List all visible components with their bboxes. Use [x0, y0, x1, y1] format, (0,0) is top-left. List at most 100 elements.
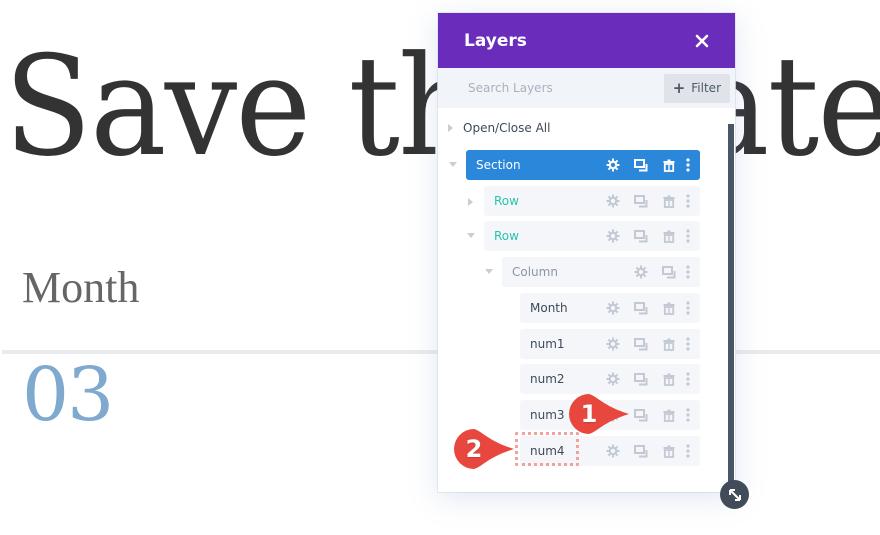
delete-button[interactable]: [655, 195, 683, 208]
delete-button[interactable]: [655, 409, 683, 422]
callout-1: 1: [567, 392, 629, 436]
layer-label: Column: [512, 265, 558, 279]
layer-section-section[interactable]: Section: [466, 150, 700, 180]
gear-icon: [606, 372, 620, 386]
layer-label: Row: [494, 194, 519, 208]
more-vertical-icon: [686, 301, 690, 315]
settings-button[interactable]: [599, 229, 627, 243]
filter-button[interactable]: + Filter: [663, 73, 730, 103]
settings-button[interactable]: [599, 158, 627, 172]
scrollbar[interactable]: [728, 124, 734, 488]
trash-icon: [663, 230, 675, 243]
more-vertical-icon: [686, 158, 690, 172]
duplicate-icon: [634, 444, 648, 458]
callout-2: 2: [452, 427, 514, 471]
gear-icon: [606, 444, 620, 458]
duplicate-icon: [662, 265, 676, 279]
caret-down-icon[interactable]: [467, 233, 475, 238]
delete-button[interactable]: [655, 338, 683, 351]
caret-right-icon[interactable]: [468, 198, 473, 206]
settings-button[interactable]: [627, 265, 655, 279]
more-vertical-icon: [686, 372, 690, 386]
gear-icon: [606, 229, 620, 243]
more-vertical-icon: [686, 337, 690, 351]
layer-module-num2[interactable]: num2: [520, 364, 700, 394]
layer-label: num3: [530, 408, 565, 422]
more-options-button[interactable]: [683, 337, 693, 351]
layer-row-row[interactable]: Row: [484, 221, 700, 251]
more-options-button[interactable]: [683, 158, 693, 172]
duplicate-button[interactable]: [627, 337, 655, 351]
more-options-button[interactable]: [683, 444, 693, 458]
trash-icon: [663, 409, 675, 422]
duplicate-button[interactable]: [655, 265, 683, 279]
caret-down-icon[interactable]: [485, 269, 493, 274]
more-options-button[interactable]: [683, 229, 693, 243]
layers-panel-header: Layers: [438, 13, 735, 68]
more-vertical-icon: [686, 194, 690, 208]
trash-icon: [663, 338, 675, 351]
more-options-button[interactable]: [683, 372, 693, 386]
settings-button[interactable]: [599, 194, 627, 208]
num4-highlight-box: [515, 432, 579, 466]
search-bar: + Filter: [438, 68, 735, 108]
duplicate-button[interactable]: [627, 194, 655, 208]
more-vertical-icon: [686, 408, 690, 422]
resize-handle[interactable]: [720, 480, 749, 509]
layer-actions: [599, 194, 693, 208]
layer-module-num1[interactable]: num1: [520, 329, 700, 359]
delete-button[interactable]: [655, 445, 683, 458]
layer-label: Month: [530, 301, 568, 315]
layer-actions: [599, 158, 693, 172]
more-options-button[interactable]: [683, 408, 693, 422]
open-close-all-label: Open/Close All: [463, 121, 551, 135]
settings-button[interactable]: [599, 337, 627, 351]
more-options-button[interactable]: [683, 265, 693, 279]
layer-module-month[interactable]: Month: [520, 293, 700, 323]
layer-actions: [599, 229, 693, 243]
settings-button[interactable]: [599, 301, 627, 315]
trash-icon: [663, 302, 675, 315]
layer-label: num2: [530, 372, 565, 386]
open-close-all-toggle[interactable]: Open/Close All: [448, 121, 550, 135]
layer-row-row[interactable]: Row: [484, 186, 700, 216]
duplicate-button[interactable]: [627, 408, 655, 422]
layer-actions: [599, 337, 693, 351]
duplicate-button[interactable]: [627, 301, 655, 315]
close-button[interactable]: [695, 31, 709, 51]
close-icon: [695, 34, 709, 47]
search-layers-input[interactable]: [468, 81, 648, 95]
settings-button[interactable]: [599, 372, 627, 386]
duplicate-button[interactable]: [627, 229, 655, 243]
callout-2-number: 2: [465, 435, 483, 463]
duplicate-button[interactable]: [627, 372, 655, 386]
gear-icon: [606, 337, 620, 351]
delete-button[interactable]: [655, 302, 683, 315]
layer-actions: [599, 444, 693, 458]
layer-label: Section: [476, 158, 521, 172]
layers-tree: Open/Close All: [438, 108, 735, 135]
layer-label: Row: [494, 229, 519, 243]
gear-icon: [606, 194, 620, 208]
layer-label: num1: [530, 337, 565, 351]
layer-column-column[interactable]: Column: [502, 257, 700, 287]
more-options-button[interactable]: [683, 194, 693, 208]
more-options-button[interactable]: [683, 301, 693, 315]
delete-button[interactable]: [655, 373, 683, 386]
delete-button[interactable]: [655, 230, 683, 243]
duplicate-button[interactable]: [627, 158, 655, 172]
gear-icon: [634, 265, 648, 279]
duplicate-icon: [634, 194, 648, 208]
duplicate-icon: [634, 408, 648, 422]
duplicate-button[interactable]: [627, 444, 655, 458]
caret-down-icon[interactable]: [449, 162, 457, 167]
layer-actions: [599, 372, 693, 386]
settings-button[interactable]: [599, 444, 627, 458]
more-vertical-icon: [686, 229, 690, 243]
layer-actions: [599, 301, 693, 315]
trash-icon: [663, 373, 675, 386]
duplicate-icon: [634, 337, 648, 351]
delete-button[interactable]: [655, 159, 683, 172]
resize-icon: [728, 488, 741, 501]
trash-icon: [663, 195, 675, 208]
